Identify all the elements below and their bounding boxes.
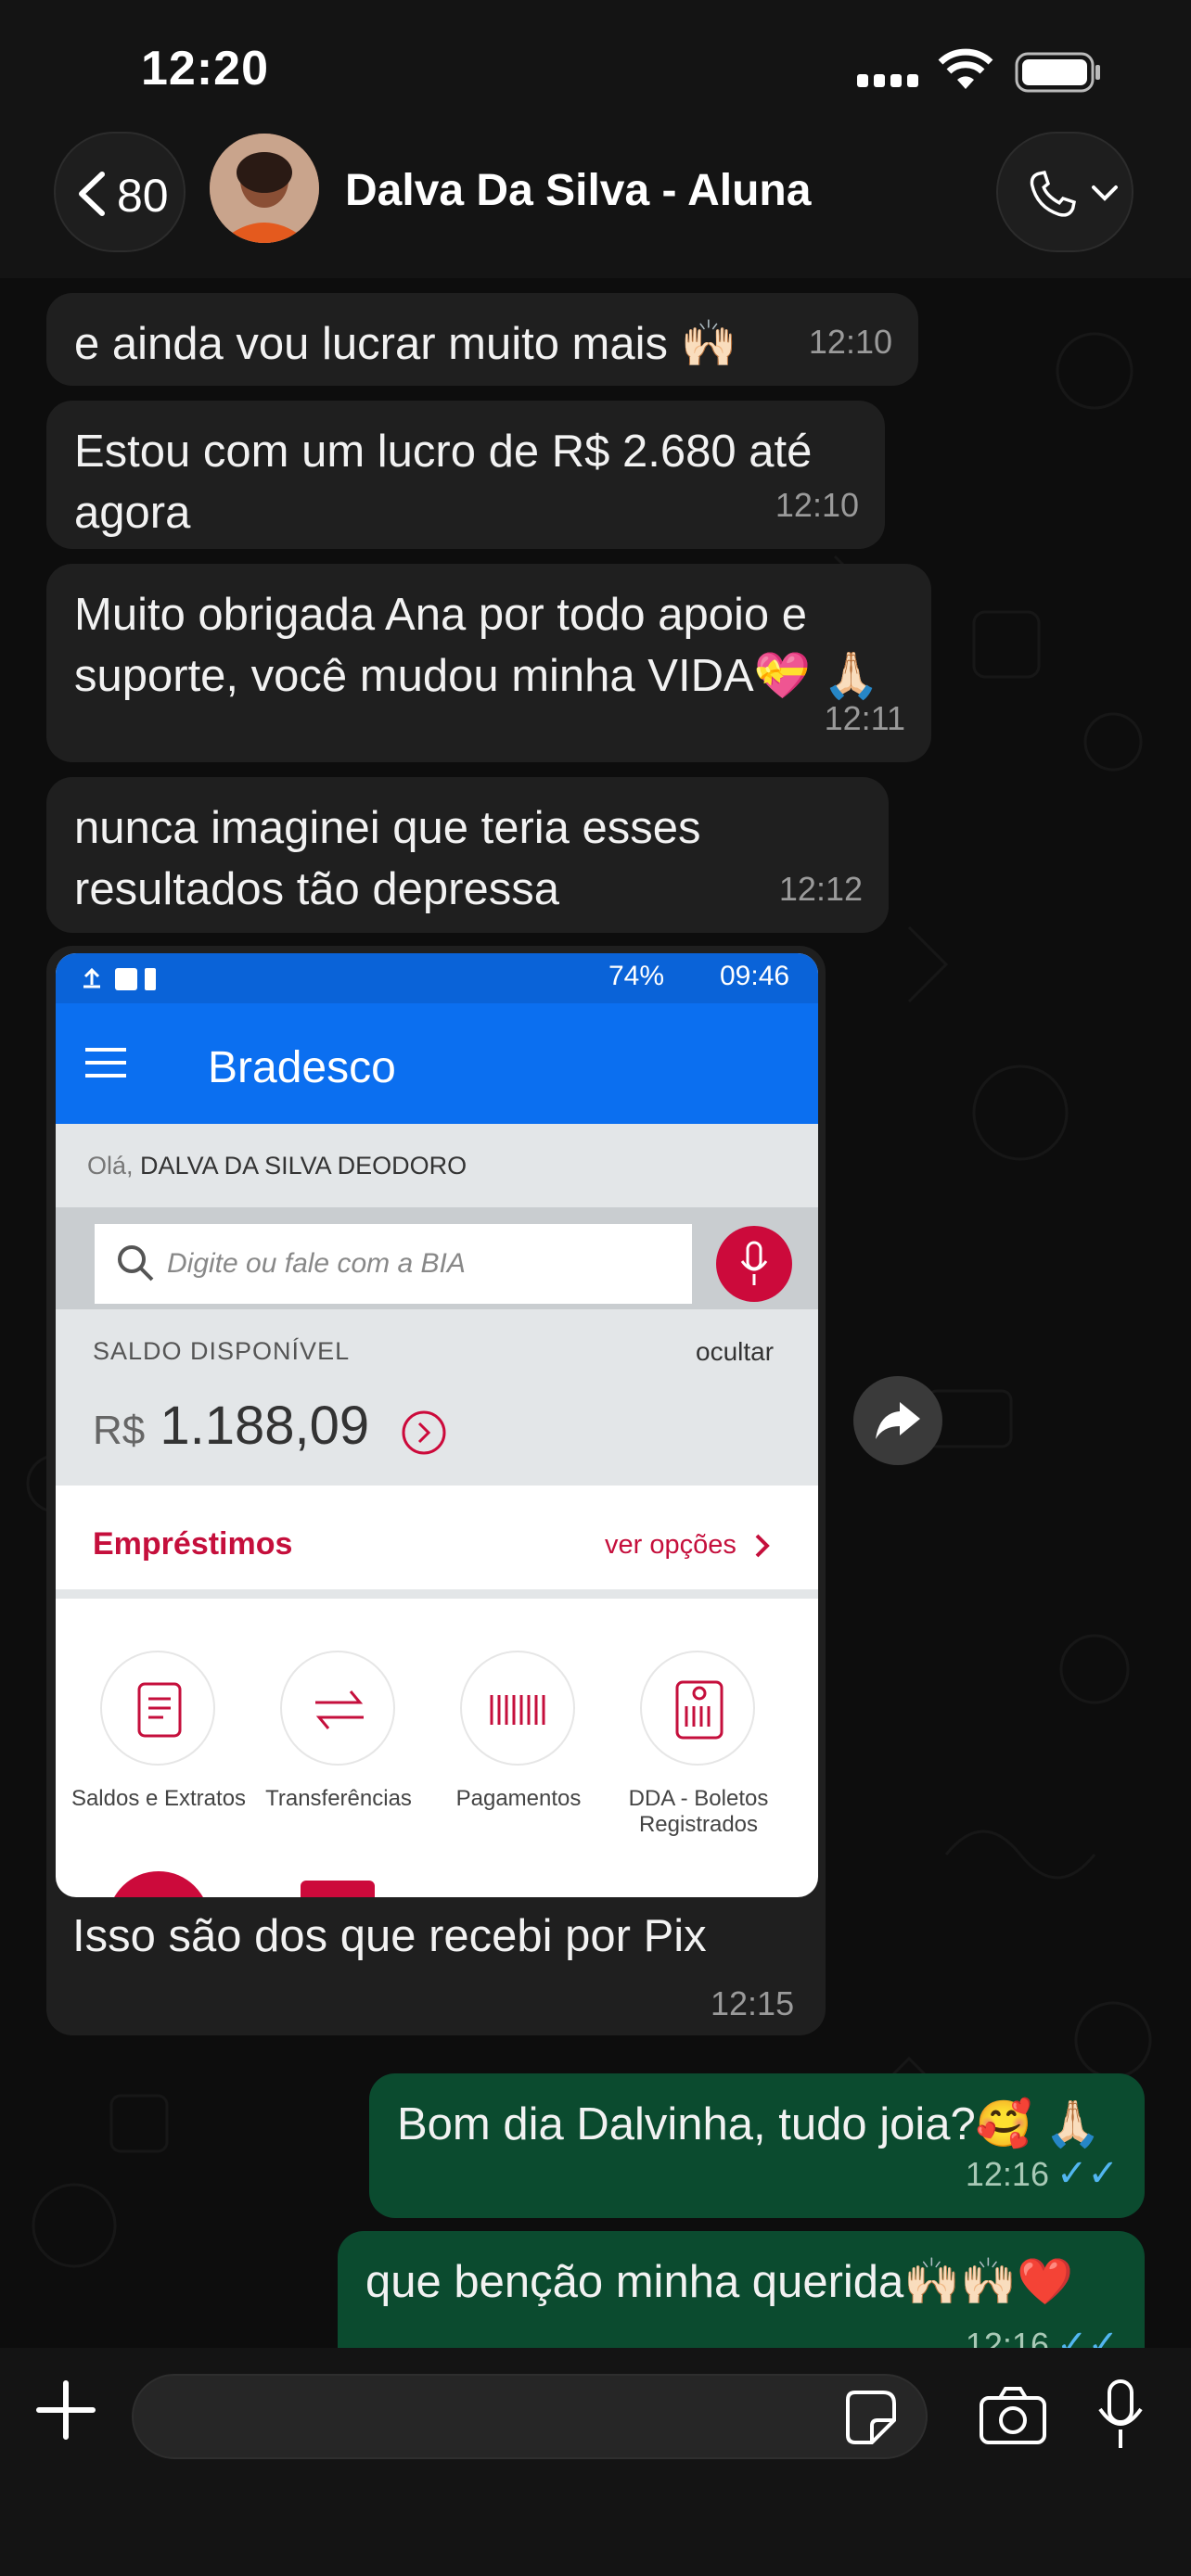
loans-label: Empréstimos (93, 1526, 293, 1562)
service-label: Pagamentos (455, 1786, 582, 1811)
receipt-icon (675, 1680, 724, 1740)
contact-photo (210, 134, 319, 243)
read-receipt-icon: ✓✓ (1056, 2153, 1119, 2194)
message-bubble-incoming[interactable]: Muito obrigada Ana por todo apoio e supo… (46, 564, 931, 762)
transfer-icon (315, 1690, 364, 1729)
chevron-left-icon (79, 172, 105, 216)
unread-count: 80 (117, 170, 169, 222)
image-caption: Isso são dos que recebi por Pix (72, 1911, 707, 1961)
attach-button[interactable] (32, 2376, 100, 2444)
balance-currency: R$ (93, 1408, 146, 1453)
service-statements[interactable] (100, 1651, 215, 1766)
partial-service-icon (108, 1871, 210, 1897)
hide-balance-link[interactable]: ocultar (696, 1337, 774, 1367)
message-time: 12:10 (808, 323, 892, 361)
voice-message-button[interactable] (1095, 2378, 1146, 2452)
camera-icon (980, 2387, 1046, 2444)
bank-app-screenshot[interactable]: 74% 09:46 Bradesco Olá, DALVA DA SILVA D… (56, 953, 818, 1897)
message-time: 12:12 (778, 870, 863, 908)
call-button[interactable] (996, 132, 1133, 252)
greeting-name: DALVA DA SILVA DEODORO (140, 1152, 467, 1180)
signal-icon (857, 61, 922, 94)
message-bubble-incoming[interactable]: Estou com um lucro de R$ 2.680 até agora… (46, 401, 885, 549)
message-bubble-incoming[interactable]: nunca imaginei que teria esses resultado… (46, 777, 889, 933)
service-payments[interactable] (460, 1651, 575, 1766)
service-dda-boletos[interactable] (640, 1651, 755, 1766)
message-time: 12:10 (775, 486, 859, 524)
screenshot-time: 09:46 (720, 961, 790, 991)
screenshot-battery: 74% (608, 961, 665, 991)
chevron-down-icon (1092, 185, 1118, 201)
chevron-right-icon (753, 1532, 772, 1564)
service-transfers[interactable] (280, 1651, 395, 1766)
avatar[interactable] (210, 134, 319, 243)
message-text: Bom dia Dalvinha, tudo joia?🥰 🙏🏻 (397, 2099, 1102, 2149)
balance-amount: 1.188,09 (160, 1396, 370, 1456)
loans-options-link[interactable]: ver opções (605, 1530, 736, 1561)
balance-label: SALDO DISPONÍVEL (93, 1337, 351, 1365)
message-bubble-outgoing[interactable]: Bom dia Dalvinha, tudo joia?🥰 🙏🏻 12:16 ✓✓ (369, 2073, 1145, 2218)
message-input[interactable] (132, 2374, 928, 2459)
battery-icon (1015, 52, 1102, 97)
message-text: Estou com um lucro de R$ 2.680 até agora (74, 427, 813, 538)
message-text: que benção minha querida🙌🏻🙌🏻❤️ (365, 2257, 1074, 2307)
barcode-icon (490, 1695, 545, 1725)
menu-icon[interactable] (83, 1044, 128, 1086)
bank-name: Bradesco (208, 1043, 396, 1092)
phone-icon (1030, 170, 1076, 217)
service-label: DDA - Boletos Registrados (628, 1786, 769, 1837)
search-icon (113, 1241, 158, 1290)
balance-value: R$ 1.188,09 (93, 1395, 369, 1457)
service-label: Saldos e Extratos (70, 1786, 247, 1811)
message-time: 12:16 (965, 2155, 1049, 2193)
message-time: 12:11 (824, 699, 905, 737)
message-status: 12:16 ✓✓ (966, 2143, 1119, 2205)
message-text: e ainda vou lucrar muito mais 🙌🏻 (74, 319, 737, 369)
contact-name[interactable]: Dalva Da Silva - Aluna (345, 165, 811, 216)
sticker-button[interactable] (840, 2389, 898, 2446)
microphone-icon (1098, 2379, 1143, 2448)
forward-icon (876, 1402, 920, 1439)
partial-service-icon (301, 1881, 375, 1897)
sticker-icon (846, 2391, 896, 2444)
screenshot-status-bar (56, 953, 818, 1003)
microphone-icon (740, 1241, 768, 1285)
wifi-icon (937, 48, 994, 96)
plus-icon (36, 2380, 96, 2440)
message-text: nunca imaginei que teria esses resultado… (74, 803, 701, 914)
document-icon (137, 1682, 182, 1738)
camera-button[interactable] (978, 2385, 1048, 2446)
status-time: 12:20 (141, 42, 269, 96)
search-placeholder: Digite ou fale com a BIA (167, 1248, 466, 1279)
upload-icon (74, 963, 158, 999)
service-label: Transferências (265, 1786, 412, 1811)
voice-button[interactable] (716, 1226, 792, 1302)
greeting-prefix: Olá, (87, 1152, 134, 1180)
greeting: Olá, DALVA DA SILVA DEODORO (87, 1152, 467, 1180)
chevron-right-circle-icon[interactable] (399, 1408, 449, 1462)
message-text: Muito obrigada Ana por todo apoio e supo… (74, 590, 880, 701)
bank-app-bar (56, 1003, 818, 1124)
forward-button[interactable] (853, 1376, 942, 1465)
message-time: 12:15 (711, 1984, 795, 2022)
back-button[interactable]: 80 (54, 132, 186, 252)
message-bubble-incoming[interactable]: e ainda vou lucrar muito mais 🙌🏻 12:10 (46, 293, 918, 386)
